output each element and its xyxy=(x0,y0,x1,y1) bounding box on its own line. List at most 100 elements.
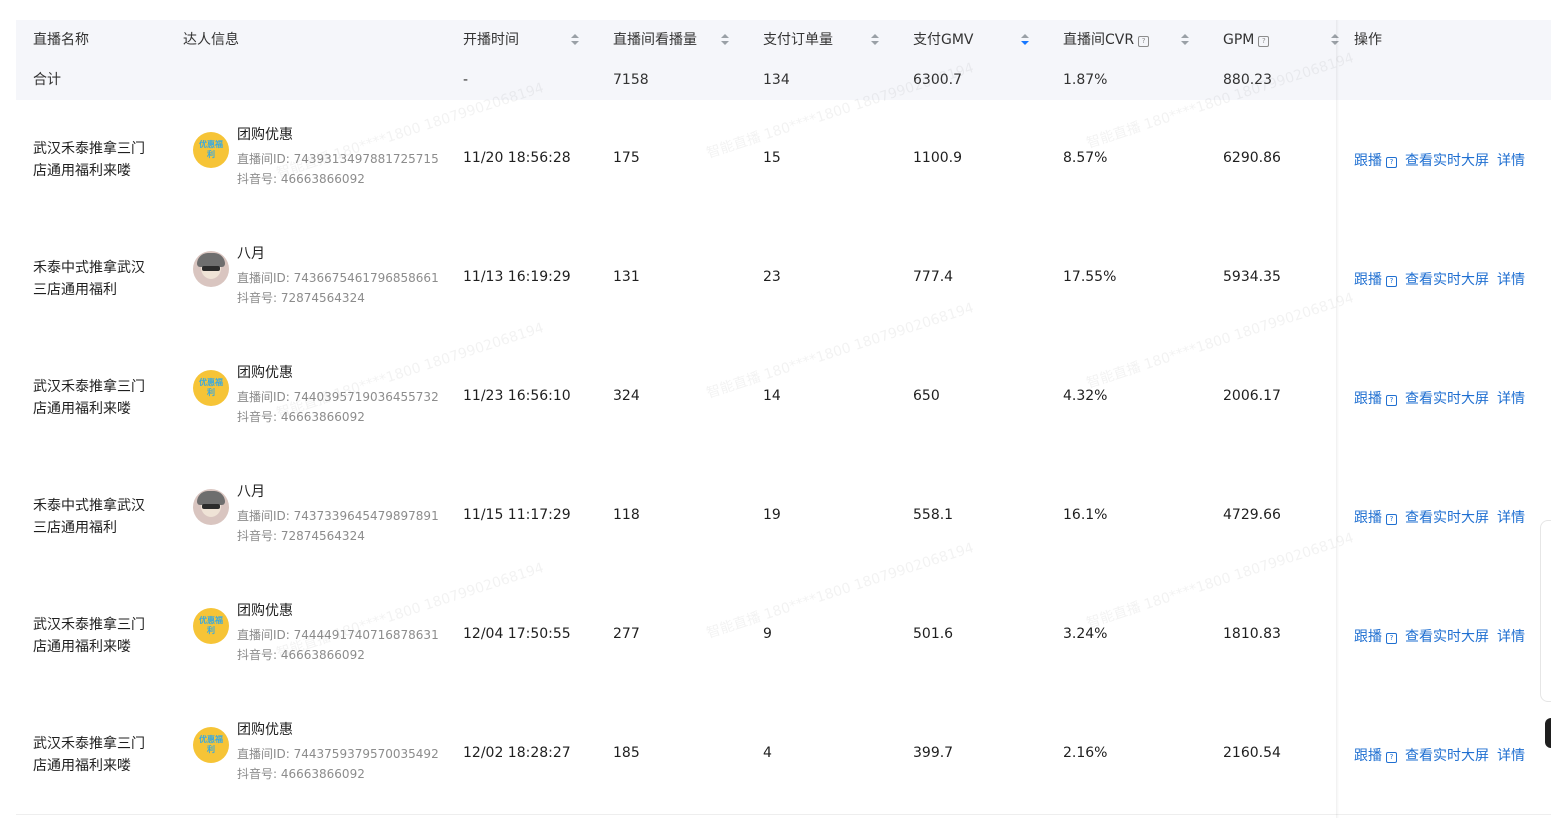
start-time: 11/13 16:19:29 xyxy=(463,269,571,285)
cvr: 16.1% xyxy=(1063,507,1108,523)
row-actions: 跟播? 查看实时大屏 详情 xyxy=(1354,269,1525,289)
orders: 14 xyxy=(763,388,781,404)
help-icon[interactable]: ? xyxy=(1386,276,1397,287)
detail-link[interactable]: 详情 xyxy=(1497,629,1525,645)
start-time: 11/23 16:56:10 xyxy=(463,388,571,404)
table-row: 武汉禾泰推拿三门店通用福利来喽 优惠福利 团购优惠 直播间ID: 7444491… xyxy=(16,576,1551,696)
avatar xyxy=(193,489,229,525)
gpm: 5934.35 xyxy=(1223,269,1281,285)
detail-link[interactable]: 详情 xyxy=(1497,748,1525,764)
col-live-name: 直播名称 xyxy=(33,32,89,48)
col-talent-info: 达人信息 xyxy=(183,32,239,48)
cvr: 17.55% xyxy=(1063,269,1117,285)
start-time: 11/20 18:56:28 xyxy=(463,150,571,166)
col-orders[interactable]: 支付订单量 xyxy=(763,20,833,60)
orders: 9 xyxy=(763,626,772,642)
col-cvr[interactable]: 直播间CVR? xyxy=(1063,20,1150,60)
col-gpm[interactable]: GPM? xyxy=(1223,20,1270,60)
avatar-text: 优惠福利 xyxy=(199,735,223,754)
follow-button[interactable]: 跟播 xyxy=(1354,153,1382,169)
total-orders: 134 xyxy=(763,72,790,88)
orders: 23 xyxy=(763,269,781,285)
avatar: 优惠福利 xyxy=(193,370,229,406)
follow-button[interactable]: 跟播 xyxy=(1354,510,1382,526)
avatar-text: 优惠福利 xyxy=(199,616,223,635)
gpm: 4729.66 xyxy=(1223,507,1281,523)
total-label: 合计 xyxy=(33,72,61,88)
realtime-screen-link[interactable]: 查看实时大屏 xyxy=(1405,153,1489,169)
gmv: 558.1 xyxy=(913,507,954,523)
row-actions: 跟播? 查看实时大屏 详情 xyxy=(1354,626,1525,646)
table-header: 直播名称 达人信息 开播时间 直播间看播量 支付订单量 支付GMV 直播间CVR… xyxy=(16,20,1551,100)
help-icon[interactable]: ? xyxy=(1386,633,1397,644)
realtime-screen-link[interactable]: 查看实时大屏 xyxy=(1405,748,1489,764)
live-name: 禾泰中式推拿武汉三店通用福利 xyxy=(33,260,145,298)
help-icon[interactable]: ? xyxy=(1386,395,1397,406)
sort-icon-cvr[interactable] xyxy=(1181,34,1189,46)
room-id: 直播间ID: 7443759379570035492 xyxy=(237,747,439,761)
table-row: 武汉禾泰推拿三门店通用福利来喽 优惠福利 团购优惠 直播间ID: 7440395… xyxy=(16,338,1551,458)
talent-name: 团购优惠 xyxy=(237,365,293,381)
gmv: 650 xyxy=(913,388,940,404)
talent-name: 团购优惠 xyxy=(237,127,293,143)
room-id: 直播间ID: 7440395719036455732 xyxy=(237,390,439,404)
col-views[interactable]: 直播间看播量 xyxy=(613,20,697,60)
douyin-id: 抖音号: 46663866092 xyxy=(237,410,365,424)
follow-button[interactable]: 跟播 xyxy=(1354,629,1382,645)
live-data-table: 直播名称 达人信息 开播时间 直播间看播量 支付订单量 支付GMV 直播间CVR… xyxy=(16,20,1551,818)
help-icon[interactable]: ? xyxy=(1386,514,1397,525)
help-icon[interactable]: ? xyxy=(1386,752,1397,763)
avatar-text: 优惠福利 xyxy=(199,378,223,397)
col-start-time[interactable]: 开播时间 xyxy=(463,20,519,60)
sort-icon-orders[interactable] xyxy=(871,34,879,46)
talent-name: 八月 xyxy=(237,246,265,262)
gpm: 6290.86 xyxy=(1223,150,1281,166)
views: 175 xyxy=(613,150,640,166)
floating-handle[interactable] xyxy=(1545,718,1551,748)
sort-icon-views[interactable] xyxy=(721,34,729,46)
help-icon[interactable]: ? xyxy=(1138,36,1150,47)
gmv: 1100.9 xyxy=(913,150,962,166)
detail-link[interactable]: 详情 xyxy=(1497,391,1525,407)
follow-button[interactable]: 跟播 xyxy=(1354,272,1382,288)
realtime-screen-link[interactable]: 查看实时大屏 xyxy=(1405,629,1489,645)
live-name: 武汉禾泰推拿三门店通用福利来喽 xyxy=(33,617,145,655)
sort-icon-gmv[interactable] xyxy=(1021,34,1029,46)
views: 118 xyxy=(613,507,640,523)
follow-button[interactable]: 跟播 xyxy=(1354,391,1382,407)
live-name: 武汉禾泰推拿三门店通用福利来喽 xyxy=(33,379,145,417)
realtime-screen-link[interactable]: 查看实时大屏 xyxy=(1405,272,1489,288)
total-gpm: 880.23 xyxy=(1223,72,1272,88)
douyin-id: 抖音号: 46663866092 xyxy=(237,172,365,186)
douyin-id: 抖音号: 72874564324 xyxy=(237,529,365,543)
table-row: 禾泰中式推拿武汉三店通用福利 八月 直播间ID: 743733964547989… xyxy=(16,457,1551,577)
live-name: 禾泰中式推拿武汉三店通用福利 xyxy=(33,498,145,536)
cvr: 8.57% xyxy=(1063,150,1108,166)
detail-link[interactable]: 详情 xyxy=(1497,272,1525,288)
help-icon[interactable]: ? xyxy=(1258,36,1270,47)
live-name: 武汉禾泰推拿三门店通用福利来喽 xyxy=(33,736,145,774)
table-row: 武汉禾泰推拿三门店通用福利来喽 优惠福利 团购优惠 直播间ID: 7439313… xyxy=(16,100,1551,220)
talent-name: 团购优惠 xyxy=(237,722,293,738)
follow-button[interactable]: 跟播 xyxy=(1354,748,1382,764)
cvr: 3.24% xyxy=(1063,626,1108,642)
side-panel-tab[interactable] xyxy=(1540,520,1551,702)
avatar xyxy=(193,251,229,287)
realtime-screen-link[interactable]: 查看实时大屏 xyxy=(1405,510,1489,526)
gpm: 2160.54 xyxy=(1223,745,1281,761)
orders: 15 xyxy=(763,150,781,166)
avatar-text: 优惠福利 xyxy=(199,140,223,159)
douyin-id: 抖音号: 72874564324 xyxy=(237,291,365,305)
total-views: 7158 xyxy=(613,72,649,88)
row-actions: 跟播? 查看实时大屏 详情 xyxy=(1354,388,1525,408)
views: 185 xyxy=(613,745,640,761)
row-actions: 跟播? 查看实时大屏 详情 xyxy=(1354,745,1525,765)
detail-link[interactable]: 详情 xyxy=(1497,153,1525,169)
realtime-screen-link[interactable]: 查看实时大屏 xyxy=(1405,391,1489,407)
start-time: 11/15 11:17:29 xyxy=(463,507,571,523)
col-gmv[interactable]: 支付GMV xyxy=(913,20,974,60)
detail-link[interactable]: 详情 xyxy=(1497,510,1525,526)
sort-icon-start-time[interactable] xyxy=(571,34,579,46)
help-icon[interactable]: ? xyxy=(1386,157,1397,168)
douyin-id: 抖音号: 46663866092 xyxy=(237,648,365,662)
